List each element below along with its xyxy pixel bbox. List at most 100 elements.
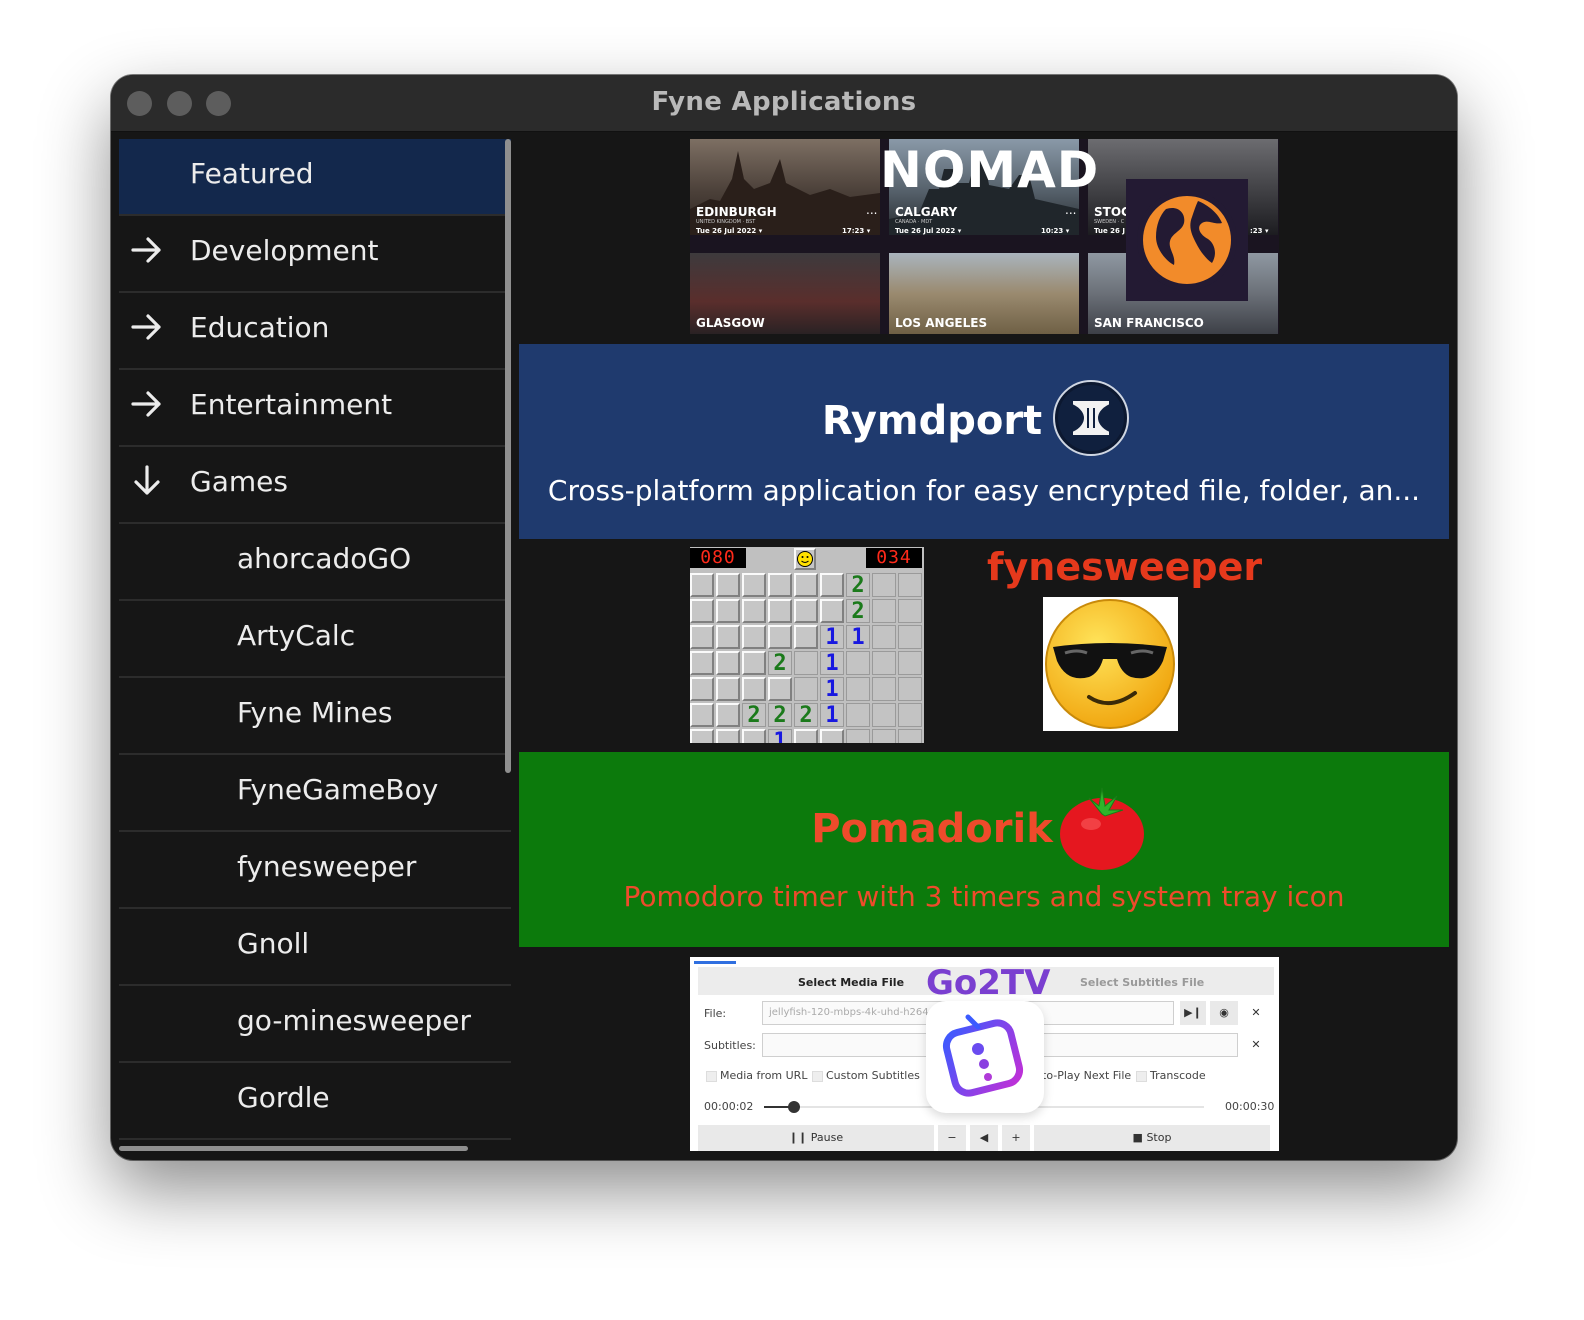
mine-cell-hidden[interactable] [742,599,766,623]
sidebar-item-go-minesweeper[interactable]: go-minesweeper [119,986,511,1063]
mine-cell-revealed[interactable]: 1 [820,703,844,728]
mine-cell-hidden[interactable] [820,573,844,597]
mine-cell-revealed[interactable] [872,625,896,649]
mine-cell-hidden[interactable] [794,599,818,623]
pomadorik-banner[interactable]: Pomadorik Pomodoro timer with 3 timers a… [519,752,1449,947]
mine-cell-revealed[interactable] [898,625,922,649]
clear-file-icon[interactable]: ✕ [1242,1001,1270,1025]
eye-icon[interactable]: ◉ [1210,1001,1238,1025]
mine-cell-hidden[interactable] [690,677,714,701]
mine-cell-hidden[interactable] [820,599,844,623]
mine-cell-revealed[interactable] [794,651,818,675]
mine-cell-hidden[interactable] [716,677,740,701]
mine-cell-revealed[interactable]: 1 [820,625,844,650]
mine-cell-hidden[interactable] [716,703,740,727]
mine-cell-hidden[interactable] [742,573,766,597]
mine-cell-revealed[interactable] [794,677,818,701]
sidebar-item-entertainment[interactable]: Entertainment [119,370,511,447]
mine-cell-hidden[interactable] [690,651,714,675]
mine-cell-revealed[interactable] [898,599,922,623]
mine-cell-revealed[interactable] [898,729,922,743]
mine-cell-revealed[interactable] [872,599,896,623]
mine-cell-revealed[interactable]: 1 [768,729,792,743]
pause-button[interactable]: ❙❙ Pause [698,1125,934,1151]
mine-cell-revealed[interactable] [846,729,870,743]
mine-cell-hidden[interactable] [716,651,740,675]
volume-up-button[interactable]: + [1002,1125,1030,1151]
mine-cell-hidden[interactable] [742,677,766,701]
seek-handle[interactable] [788,1101,800,1113]
sidebar-item-gordle[interactable]: Gordle [119,1063,511,1140]
tab-select-subtitles[interactable]: Select Subtitles File [1080,976,1204,989]
mine-cell-hidden[interactable] [742,729,766,743]
mine-cell-revealed[interactable] [872,729,896,743]
mine-cell-hidden[interactable] [716,599,740,623]
mine-cell-revealed[interactable]: 2 [768,651,792,676]
sidebar-item-games[interactable]: Games [119,447,511,524]
sidebar-horizontal-scrollbar[interactable] [119,1146,468,1151]
nomad-card[interactable]: EDINBURGH UNITED KINGDOM · BST Tue 26 Ju… [690,139,1279,334]
volume-down-button[interactable]: − [938,1125,966,1151]
sidebar-item-fynesweeper[interactable]: fynesweeper [119,832,511,909]
mine-cell-hidden[interactable] [768,599,792,623]
mute-icon[interactable]: ◀ [970,1125,998,1151]
sidebar-item-education[interactable]: Education [119,293,511,370]
mine-cell-revealed[interactable] [846,677,870,701]
mine-cell-revealed[interactable]: 1 [820,651,844,676]
mine-cell-revealed[interactable] [872,651,896,675]
mine-cell-revealed[interactable] [898,677,922,701]
sidebar-item-development[interactable]: Development [119,216,511,293]
mine-cell-revealed[interactable]: 1 [820,677,844,702]
mine-cell-hidden[interactable] [768,625,792,649]
mine-cell-hidden[interactable] [716,573,740,597]
sidebar-item-ahorcadogo[interactable]: ahorcadoGO [119,524,511,601]
mine-cell-hidden[interactable] [716,625,740,649]
fynesweeper-screenshot[interactable]: 080 034 221121122211 [690,547,924,743]
mine-cell-revealed[interactable] [846,703,870,727]
mine-cell-hidden[interactable] [768,677,792,701]
mine-cell-hidden[interactable] [794,625,818,649]
rymdport-banner[interactable]: Rymdport Cross-platform application for … [519,344,1449,539]
mine-cell-revealed[interactable] [898,651,922,675]
stop-button[interactable]: ■ Stop [1034,1125,1270,1151]
city-menu-icon[interactable]: ... [866,203,877,217]
mine-cell-revealed[interactable] [846,651,870,675]
mine-cell-revealed[interactable] [898,573,922,597]
transcode-checkbox[interactable] [1136,1071,1147,1082]
mine-cell-revealed[interactable] [898,703,922,727]
mine-cell-revealed[interactable] [872,573,896,597]
mine-cell-hidden[interactable] [690,729,714,743]
mine-cell-hidden[interactable] [794,729,818,743]
tab-select-media[interactable]: Select Media File [798,976,904,989]
clear-subtitles-icon[interactable]: ✕ [1242,1033,1270,1057]
mine-cell-hidden[interactable] [742,625,766,649]
custom-subtitles-checkbox[interactable] [812,1071,823,1082]
mine-cell-hidden[interactable] [690,703,714,727]
mine-cell-revealed[interactable] [872,677,896,701]
sidebar-item-fynegameboy[interactable]: FyneGameBoy [119,755,511,832]
mine-cell-revealed[interactable]: 2 [846,573,870,598]
mine-cell-hidden[interactable] [690,625,714,649]
go2tv-screenshot[interactable]: Select Media File Select Subtitles File … [690,957,1279,1151]
mine-cell-revealed[interactable] [872,703,896,727]
smiley-reset-button[interactable] [794,548,816,570]
mine-cell-hidden[interactable] [716,729,740,743]
mine-cell-hidden[interactable] [690,573,714,597]
mine-cell-revealed[interactable]: 2 [846,599,870,624]
mine-cell-revealed[interactable]: 2 [768,703,792,728]
mine-cell-revealed[interactable]: 2 [742,703,766,728]
sidebar-vertical-scrollbar[interactable] [505,139,511,773]
mine-cell-hidden[interactable] [768,573,792,597]
sidebar-item-artycalc[interactable]: ArtyCalc [119,601,511,678]
mine-cell-revealed[interactable]: 2 [794,703,818,728]
mine-cell-hidden[interactable] [690,599,714,623]
mine-cell-hidden[interactable] [820,729,844,743]
sidebar-item-gnoll[interactable]: Gnoll [119,909,511,986]
mine-cell-hidden[interactable] [794,573,818,597]
mine-cell-hidden[interactable] [742,651,766,675]
sidebar-item-featured[interactable]: Featured [119,139,511,216]
media-url-checkbox[interactable] [706,1071,717,1082]
play-next-icon[interactable]: ▶❙ [1180,1001,1206,1025]
city-menu-icon[interactable]: ... [1065,203,1076,217]
mine-cell-revealed[interactable]: 1 [846,625,870,650]
